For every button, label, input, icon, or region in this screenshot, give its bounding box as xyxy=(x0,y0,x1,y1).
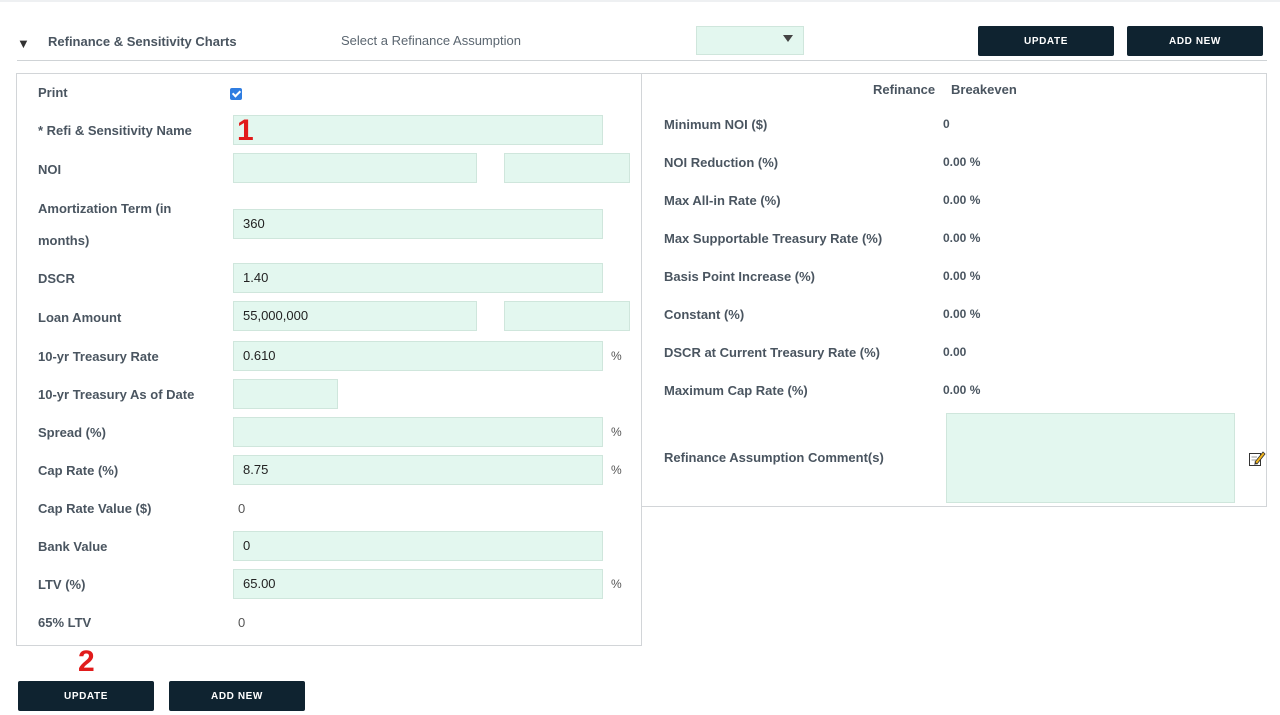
comment-textarea[interactable] xyxy=(946,413,1235,503)
footer-update-button[interactable]: UPDATE xyxy=(18,681,154,711)
breakeven-row-label: Constant (%) xyxy=(664,307,745,322)
bank-value-label: Bank Value xyxy=(38,539,108,554)
breakeven-header-breakeven: Breakeven xyxy=(951,82,1017,97)
dscr-label: DSCR xyxy=(38,271,75,286)
cap-rate-value: 0 xyxy=(238,501,246,516)
refi-name-input[interactable] xyxy=(233,115,603,145)
cap-rate-label: Cap Rate (%) xyxy=(38,463,119,478)
treasury-date-input[interactable] xyxy=(233,379,338,409)
header-update-button[interactable]: UPDATE xyxy=(978,26,1114,56)
breakeven-row-value: 0.00 % xyxy=(943,193,981,207)
breakeven-row-label: NOI Reduction (%) xyxy=(664,155,779,170)
loan-amount-secondary-input[interactable] xyxy=(504,301,630,331)
ltv-input[interactable]: 65.00 xyxy=(233,569,603,599)
noi-label: NOI xyxy=(38,162,62,177)
treasury-rate-label: 10-yr Treasury Rate xyxy=(38,349,159,364)
loan-amount-input[interactable]: 55,000,000 xyxy=(233,301,477,331)
top-divider xyxy=(0,0,1280,2)
breakeven-row-value: 0.00 % xyxy=(943,231,981,245)
amortization-label: Amortization Term (in xyxy=(38,201,172,216)
treasury-date-label: 10-yr Treasury As of Date xyxy=(38,387,195,402)
print-checkbox[interactable] xyxy=(230,88,242,100)
treasury-rate-input[interactable]: 0.610 xyxy=(233,341,603,371)
collapse-toggle-icon[interactable]: ▼ xyxy=(17,36,30,51)
breakeven-row-label: Max Supportable Treasury Rate (%) xyxy=(664,231,883,246)
print-label: Print xyxy=(38,85,68,100)
chevron-down-icon xyxy=(783,35,793,42)
refinance-assumption-dropdown[interactable] xyxy=(696,26,804,55)
loan-amount-label: Loan Amount xyxy=(38,310,122,325)
footer-add-new-button[interactable]: ADD NEW xyxy=(169,681,305,711)
refi-name-label: * Refi & Sensitivity Name xyxy=(38,123,192,138)
breakeven-row-label: Max All-in Rate (%) xyxy=(664,193,781,208)
bank-value-input[interactable]: 0 xyxy=(233,531,603,561)
noi-secondary-input[interactable] xyxy=(504,153,630,183)
cap-rate-percent: % xyxy=(611,463,622,477)
cap-rate-input[interactable]: 8.75 xyxy=(233,455,603,485)
ltv-percent: % xyxy=(611,577,622,591)
dscr-input[interactable]: 1.40 xyxy=(233,263,603,293)
breakeven-row-label: Basis Point Increase (%) xyxy=(664,269,815,284)
breakeven-row-value: 0.00 % xyxy=(943,383,981,397)
amortization-input[interactable]: 360 xyxy=(233,209,603,239)
breakeven-row-label: DSCR at Current Treasury Rate (%) xyxy=(664,345,880,360)
header-add-new-button[interactable]: ADD NEW xyxy=(1127,26,1263,56)
breakeven-header-refinance: Refinance xyxy=(873,82,936,97)
treasury-rate-percent: % xyxy=(611,349,622,363)
ltv65-label: 65% LTV xyxy=(38,615,92,630)
comment-label: Refinance Assumption Comment(s) xyxy=(664,450,884,465)
spread-label: Spread (%) xyxy=(38,425,106,440)
annotation-marker-1: 1 xyxy=(237,114,254,147)
breakeven-row-value: 0.00 % xyxy=(943,155,981,169)
spread-input[interactable] xyxy=(233,417,603,447)
annotation-marker-2: 2 xyxy=(78,645,95,678)
cap-rate-value-label: Cap Rate Value ($) xyxy=(38,501,152,516)
breakeven-row-value: 0 xyxy=(943,117,950,131)
breakeven-row-label: Minimum NOI ($) xyxy=(664,117,768,132)
breakeven-row-value: 0.00 % xyxy=(943,269,981,283)
section-title: Refinance & Sensitivity Charts xyxy=(48,34,237,49)
breakeven-row-value: 0.00 xyxy=(943,345,967,359)
breakeven-row-label: Maximum Cap Rate (%) xyxy=(664,383,808,398)
spread-percent: % xyxy=(611,425,622,439)
noi-input[interactable] xyxy=(233,153,477,183)
edit-pencil-icon[interactable] xyxy=(1248,450,1266,468)
breakeven-row-value: 0.00 % xyxy=(943,307,981,321)
header-divider xyxy=(17,60,1267,61)
amortization-label-line2: months) xyxy=(38,233,90,248)
ltv-label: LTV (%) xyxy=(38,577,86,592)
refinance-assumption-select-label: Select a Refinance Assumption xyxy=(341,33,521,48)
ltv65-value: 0 xyxy=(238,615,246,630)
